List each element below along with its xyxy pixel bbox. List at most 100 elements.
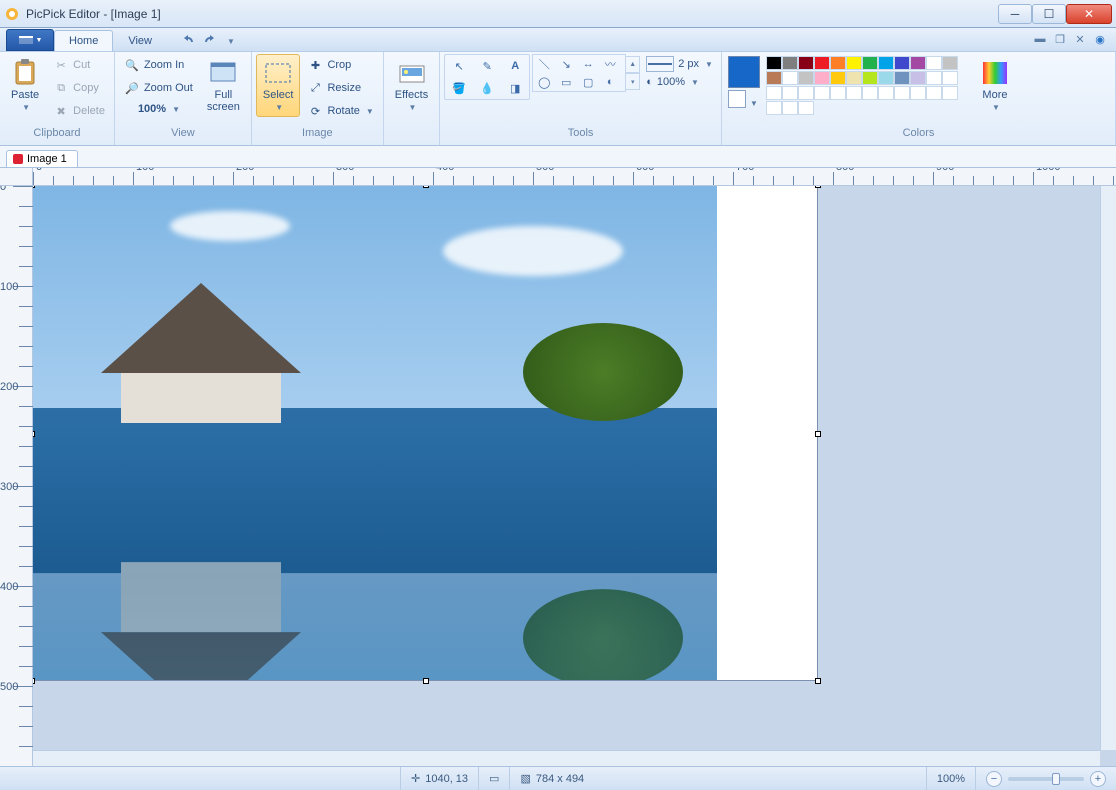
palette-color[interactable] — [830, 56, 846, 70]
palette-color[interactable] — [878, 56, 894, 70]
palette-color[interactable] — [862, 71, 878, 85]
zoom-slider[interactable]: − + — [986, 771, 1106, 787]
minimize-ribbon-button[interactable]: ▬ — [1032, 31, 1048, 47]
palette-color[interactable] — [942, 71, 958, 85]
palette-color[interactable] — [766, 56, 782, 70]
stroke-width-selector[interactable]: 2 px▼ — [646, 56, 713, 72]
zoom-in-button[interactable]: 🔍Zoom In — [119, 54, 198, 76]
tab-home[interactable]: Home — [54, 30, 113, 51]
palette-color[interactable] — [846, 86, 862, 100]
palette-color[interactable] — [910, 71, 926, 85]
eyedropper-tool[interactable]: 💧 — [473, 77, 501, 99]
resize-button[interactable]: ⤢Resize — [302, 77, 378, 99]
minimize-button[interactable]: ─ — [998, 4, 1032, 24]
canvas-viewport[interactable] — [33, 186, 1116, 766]
palette-color[interactable] — [798, 71, 814, 85]
shape-scroll-up[interactable]: ▲ — [626, 56, 640, 73]
document-tab-image1[interactable]: Image 1 — [6, 150, 78, 167]
palette-color[interactable] — [766, 86, 782, 100]
zoom-out-small-button[interactable]: − — [986, 771, 1002, 787]
rectangle-shape[interactable]: ▭ — [555, 73, 577, 91]
palette-color[interactable] — [910, 86, 926, 100]
paste-button[interactable]: Paste ▼ — [4, 54, 46, 117]
palette-color[interactable] — [782, 101, 798, 115]
palette-color[interactable] — [782, 71, 798, 85]
text-tool[interactable]: A — [501, 55, 529, 77]
palette-color[interactable] — [878, 86, 894, 100]
maximize-button[interactable]: ☐ — [1032, 4, 1066, 24]
palette-color[interactable] — [926, 71, 942, 85]
redo-button[interactable] — [201, 31, 221, 51]
zoom-in-small-button[interactable]: + — [1090, 771, 1106, 787]
close-child-window-button[interactable]: ✕ — [1072, 31, 1088, 47]
palette-color[interactable] — [878, 71, 894, 85]
restore-child-window-button[interactable]: ❐ — [1052, 31, 1068, 47]
rotate-button[interactable]: ⟳Rotate▼ — [302, 100, 378, 122]
tab-view[interactable]: View — [113, 30, 167, 51]
cut-button[interactable]: ✂Cut — [48, 54, 110, 76]
palette-color[interactable] — [942, 56, 958, 70]
help-button[interactable]: ◉ — [1092, 31, 1108, 47]
horizontal-scrollbar[interactable] — [33, 750, 1100, 766]
palette-color[interactable] — [814, 71, 830, 85]
palette-color[interactable] — [926, 56, 942, 70]
palette-color[interactable] — [910, 56, 926, 70]
close-button[interactable]: ✕ — [1066, 4, 1112, 24]
palette-color[interactable] — [830, 86, 846, 100]
zoom-level-button[interactable]: 100%▼ — [119, 100, 198, 118]
palette-color[interactable] — [798, 56, 814, 70]
fill-tool[interactable]: 🪣 — [445, 77, 473, 99]
ellipse-shape[interactable]: ◯ — [533, 73, 555, 91]
palette-color[interactable] — [814, 56, 830, 70]
pointer-tool[interactable]: ↖ — [445, 55, 473, 77]
application-menu-button[interactable]: ▼ — [6, 29, 54, 51]
resize-handle-nw[interactable] — [33, 186, 35, 188]
copy-button[interactable]: ⧉Copy — [48, 77, 110, 99]
palette-color[interactable] — [798, 101, 814, 115]
canvas-page[interactable] — [33, 186, 817, 680]
delete-button[interactable]: ✖Delete — [48, 100, 110, 122]
palette-color[interactable] — [894, 86, 910, 100]
resize-handle-w[interactable] — [33, 431, 35, 437]
palette-color[interactable] — [894, 56, 910, 70]
palette-color[interactable] — [862, 86, 878, 100]
palette-color[interactable] — [798, 86, 814, 100]
palette-color[interactable] — [862, 56, 878, 70]
resize-handle-se[interactable] — [815, 678, 821, 684]
resize-handle-sw[interactable] — [33, 678, 35, 684]
zoom-slider-thumb[interactable] — [1052, 773, 1060, 785]
qat-dropdown[interactable]: ▼ — [227, 37, 235, 46]
rounded-rect-shape[interactable]: ▢ — [577, 73, 599, 91]
palette-color[interactable] — [846, 56, 862, 70]
double-arrow-shape[interactable]: ↔ — [577, 55, 599, 73]
shape-gallery-expand[interactable]: ▾ — [626, 73, 640, 90]
curve-shape[interactable]: 〰 — [599, 55, 621, 73]
fullscreen-button[interactable]: Full screen — [200, 54, 247, 118]
eraser-tool[interactable]: ◨ — [501, 77, 529, 99]
palette-color[interactable] — [782, 56, 798, 70]
vertical-scrollbar[interactable] — [1100, 186, 1116, 750]
resize-handle-s[interactable] — [423, 678, 429, 684]
palette-color[interactable] — [766, 101, 782, 115]
palette-color[interactable] — [894, 71, 910, 85]
line-shape[interactable]: ＼ — [533, 55, 555, 73]
palette-color[interactable] — [830, 71, 846, 85]
palette-color[interactable] — [926, 86, 942, 100]
secondary-color-swatch[interactable] — [728, 90, 746, 108]
resize-handle-e[interactable] — [815, 431, 821, 437]
palette-color[interactable] — [846, 71, 862, 85]
arrow-shape[interactable]: ↘ — [555, 55, 577, 73]
opacity-selector[interactable]: ◐ 100%▼ — [646, 76, 713, 88]
crop-button[interactable]: ✚Crop — [302, 54, 378, 76]
resize-handle-n[interactable] — [423, 186, 429, 188]
callout-shape[interactable]: ◐ — [599, 73, 621, 91]
palette-color[interactable] — [942, 86, 958, 100]
select-button[interactable]: Select▼ — [256, 54, 301, 117]
palette-color[interactable] — [766, 71, 782, 85]
palette-color[interactable] — [782, 86, 798, 100]
palette-color[interactable] — [814, 86, 830, 100]
undo-button[interactable] — [177, 31, 197, 51]
pencil-tool[interactable]: ✎ — [473, 55, 501, 77]
effects-button[interactable]: Effects▼ — [388, 54, 435, 117]
more-colors-button[interactable]: More▼ — [974, 54, 1016, 117]
